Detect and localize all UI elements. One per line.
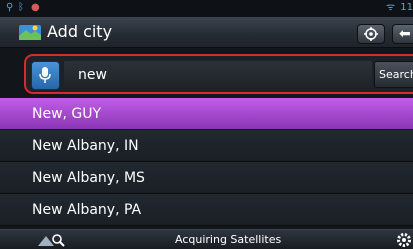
- map-search-button[interactable]: [34, 231, 68, 249]
- add-city-icon: [18, 22, 42, 42]
- gps-status-text: Acquiring Satellites: [175, 233, 282, 246]
- search-button[interactable]: Search: [374, 61, 413, 88]
- city-results-list: New, GUY New Albany, IN New Albany, MS N…: [0, 98, 413, 226]
- result-row[interactable]: New Albany, PA: [0, 194, 413, 226]
- gps-button[interactable]: [357, 24, 385, 44]
- gear-icon: [397, 233, 411, 247]
- bottom-bar: Acquiring Satellites: [0, 229, 413, 249]
- back-button[interactable]: ⬅: [392, 24, 413, 44]
- voice-search-button[interactable]: [31, 61, 60, 90]
- settings-button[interactable]: [395, 231, 413, 249]
- result-row[interactable]: New, GUY: [0, 98, 413, 130]
- status-time: 11: [400, 2, 413, 13]
- bluetooth-icon: ᛒ: [18, 2, 24, 13]
- map-search-icon: [38, 234, 65, 247]
- back-arrow-icon: ⬅: [399, 26, 411, 42]
- title-bar: Add city ⬅: [0, 17, 413, 48]
- page-title: Add city: [47, 22, 113, 41]
- wifi-icon: ᯤ: [386, 2, 396, 13]
- city-search-input[interactable]: [64, 61, 372, 88]
- result-row[interactable]: New Albany, IN: [0, 130, 413, 162]
- notification-icon: ●: [31, 2, 40, 13]
- status-bar: ⚲ ᛒ ● ᯤ 11: [0, 0, 413, 17]
- result-label: New, GUY: [32, 106, 102, 122]
- search-row: Search: [24, 54, 413, 94]
- result-label: New Albany, MS: [32, 170, 145, 186]
- result-row[interactable]: New Albany, MS: [0, 162, 413, 194]
- result-label: New Albany, IN: [32, 138, 139, 154]
- usb-icon: ⚲: [6, 2, 14, 13]
- microphone-icon: [39, 67, 51, 83]
- navigation-screen: ⚲ ᛒ ● ᯤ 11 Add city ⬅ new Searc New, GUY…: [0, 0, 413, 249]
- crosshair-icon: [364, 27, 378, 41]
- result-label: New Albany, PA: [32, 202, 142, 218]
